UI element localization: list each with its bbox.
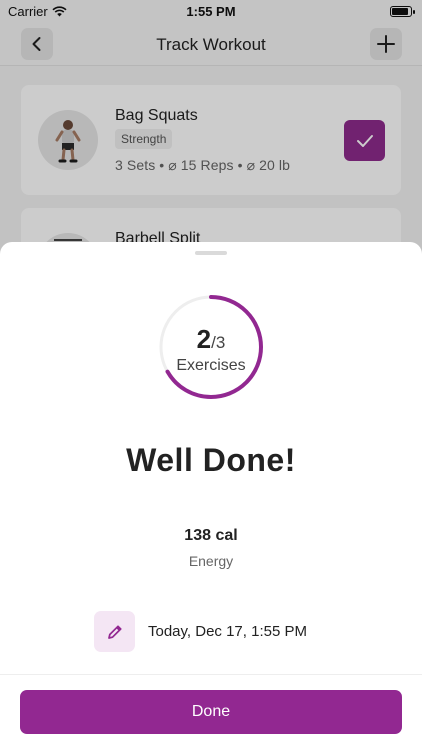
progress-ring-label: 2/3 Exercises: [151, 324, 271, 375]
edit-date-button[interactable]: [94, 611, 135, 652]
divider: [0, 674, 422, 675]
completed-count: 2: [196, 324, 212, 354]
energy-value: 138 cal: [184, 527, 238, 544]
pencil-icon: [107, 624, 122, 639]
energy-label: Energy: [188, 553, 234, 569]
progress-ring-caption: Exercises: [176, 357, 246, 374]
sheet-grabber[interactable]: [195, 251, 227, 255]
total-count: /3: [211, 333, 226, 352]
workout-summary-sheet: 2/3 Exercises Well Done! 138 cal Energy …: [0, 242, 422, 750]
done-button[interactable]: Done: [20, 690, 402, 734]
workout-date: Today, Dec 17, 1:55 PM: [148, 623, 307, 640]
completion-heading: Well Done!: [126, 442, 296, 478]
